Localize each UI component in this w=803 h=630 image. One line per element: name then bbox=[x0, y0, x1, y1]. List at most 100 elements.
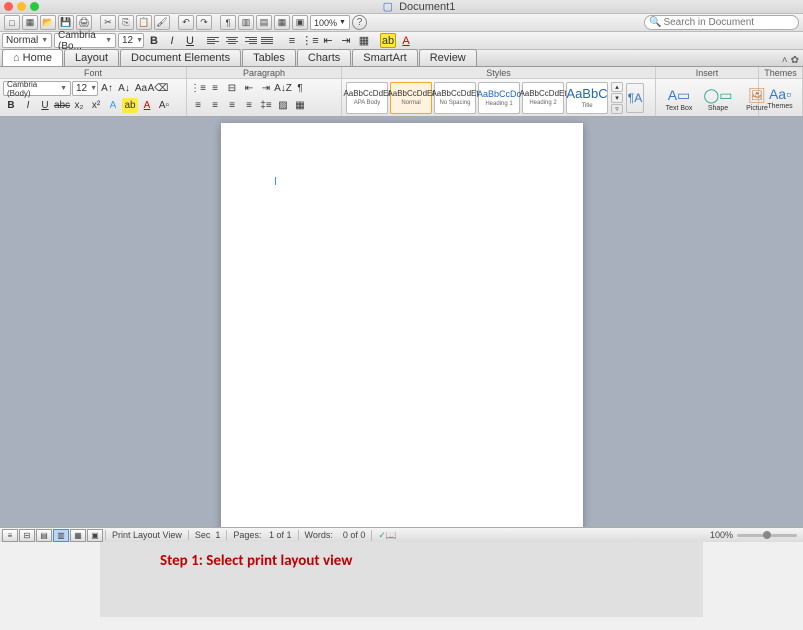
underline-button[interactable]: U bbox=[182, 33, 198, 48]
style-heading-2[interactable]: AaBbCcDdEtHeading 2 bbox=[522, 82, 564, 114]
styles-scroll-up[interactable]: ▴ bbox=[611, 82, 623, 92]
borders-button[interactable]: ▦ bbox=[356, 33, 372, 48]
highlight-color-button[interactable]: ab bbox=[380, 33, 396, 48]
minimize-window-button[interactable] bbox=[17, 2, 26, 11]
style-title[interactable]: AaBbCTitle bbox=[566, 82, 608, 114]
justify-button-2[interactable]: ≡ bbox=[241, 98, 257, 113]
format-painter-button[interactable]: 🖌 bbox=[154, 15, 170, 30]
grow-font-button[interactable]: A↑ bbox=[99, 81, 115, 96]
line-spacing-button[interactable]: ‡≡ bbox=[258, 98, 274, 113]
collapse-ribbon-button[interactable]: ˄ bbox=[782, 55, 788, 66]
shading-button[interactable]: ▨ bbox=[275, 98, 291, 113]
search-input[interactable] bbox=[663, 17, 794, 28]
bullet-list-button-2[interactable]: ⋮≡ bbox=[190, 81, 206, 96]
bold-button-2[interactable]: B bbox=[3, 98, 19, 113]
ribbon-options-button[interactable]: ✿ bbox=[791, 55, 799, 66]
styles-scroll-down[interactable]: ▾ bbox=[611, 93, 623, 103]
cut-button[interactable]: ✂ bbox=[100, 15, 116, 30]
copy-button[interactable]: ⎘ bbox=[118, 15, 134, 30]
tab-document-elements[interactable]: Document Elements bbox=[120, 49, 241, 66]
bulleted-list-button[interactable]: ⋮≡ bbox=[302, 33, 318, 48]
insert-textbox-button[interactable]: A▭Text Box bbox=[661, 83, 697, 115]
redo-button[interactable]: ↷ bbox=[196, 15, 212, 30]
publishing-view-button[interactable]: ▤ bbox=[36, 529, 52, 542]
insert-shape-button[interactable]: ◯▭Shape bbox=[700, 83, 736, 115]
media-browser-button[interactable]: ▣ bbox=[292, 15, 308, 30]
align-left-button[interactable] bbox=[206, 33, 222, 48]
style-dropdown[interactable]: Normal▼ bbox=[2, 33, 52, 48]
text-effects-button[interactable]: A bbox=[105, 98, 121, 113]
style-heading-1[interactable]: AaBbCcDcHeading 1 bbox=[478, 82, 520, 114]
italic-button-2[interactable]: I bbox=[20, 98, 36, 113]
toolbox-button[interactable]: ▤ bbox=[256, 15, 272, 30]
close-window-button[interactable] bbox=[4, 2, 13, 11]
clear-formatting-button[interactable]: A⌫ bbox=[150, 81, 166, 96]
increase-indent-button[interactable]: ⇥ bbox=[338, 33, 354, 48]
multilevel-list-button[interactable]: ⊟ bbox=[224, 81, 240, 96]
spellcheck-button[interactable]: ✓📖 bbox=[371, 530, 403, 541]
character-shading-button[interactable]: A▫ bbox=[156, 98, 172, 113]
zoom-dropdown[interactable]: 100%▼ bbox=[310, 15, 350, 30]
number-list-button-2[interactable]: ≡ bbox=[207, 81, 223, 96]
superscript-button[interactable]: x² bbox=[88, 98, 104, 113]
decrease-indent-button[interactable]: ⇤ bbox=[320, 33, 336, 48]
document-canvas[interactable] bbox=[0, 117, 803, 527]
justify-button[interactable] bbox=[260, 33, 276, 48]
themes-button[interactable]: Aa▫Themes bbox=[762, 81, 798, 113]
strikethrough-button[interactable]: abc bbox=[54, 98, 70, 113]
paste-button[interactable]: 📋 bbox=[136, 15, 152, 30]
style-apa-body[interactable]: AaBbCcDdEtAPA Body bbox=[346, 82, 388, 114]
align-right-button-2[interactable]: ≡ bbox=[224, 98, 240, 113]
fullscreen-view-button[interactable]: ▣ bbox=[87, 529, 103, 542]
gallery-button[interactable]: ▦ bbox=[274, 15, 290, 30]
show-formatting-button[interactable]: ¶ bbox=[220, 15, 236, 30]
draft-view-button[interactable]: ≡ bbox=[2, 529, 18, 542]
style-no-spacing[interactable]: AaBbCcDdEtNo Spacing bbox=[434, 82, 476, 114]
font-dropdown[interactable]: Cambria (Bo...▼ bbox=[54, 33, 116, 48]
font-size-dropdown-2[interactable]: 12▼ bbox=[72, 81, 98, 96]
print-layout-view-button[interactable]: ▥ bbox=[53, 529, 69, 542]
font-family-dropdown[interactable]: Cambria (Body)▼ bbox=[3, 81, 71, 96]
styles-pane-button[interactable]: ¶A bbox=[626, 83, 644, 113]
zoom-percent[interactable]: 100% bbox=[710, 530, 733, 540]
style-normal[interactable]: AaBbCcDdEtNormal bbox=[390, 82, 432, 114]
numbered-list-button[interactable]: ≡ bbox=[284, 33, 300, 48]
outline-view-button[interactable]: ⊟ bbox=[19, 529, 35, 542]
underline-button-2[interactable]: U bbox=[37, 98, 53, 113]
show-marks-button[interactable]: ¶ bbox=[292, 81, 308, 96]
toggle-sidebar-button[interactable]: ▥ bbox=[238, 15, 254, 30]
align-right-button[interactable] bbox=[242, 33, 258, 48]
sort-button[interactable]: A↓Z bbox=[275, 81, 291, 96]
subscript-button[interactable]: x₂ bbox=[71, 98, 87, 113]
tab-tables[interactable]: Tables bbox=[242, 49, 296, 66]
tab-charts[interactable]: Charts bbox=[297, 49, 351, 66]
align-center-button[interactable] bbox=[224, 33, 240, 48]
zoom-window-button[interactable] bbox=[30, 2, 39, 11]
undo-button[interactable]: ↶ bbox=[178, 15, 194, 30]
help-button[interactable]: ? bbox=[352, 15, 367, 30]
border-button[interactable]: ▦ bbox=[292, 98, 308, 113]
font-color-button-2[interactable]: A bbox=[139, 98, 155, 113]
new-doc-button[interactable]: □ bbox=[4, 15, 20, 30]
zoom-slider-knob[interactable] bbox=[763, 531, 771, 539]
highlight-button-2[interactable]: ab bbox=[122, 98, 138, 113]
print-button[interactable]: 🖨 bbox=[76, 15, 92, 30]
tab-layout[interactable]: Layout bbox=[64, 49, 119, 66]
align-center-button-2[interactable]: ≡ bbox=[207, 98, 223, 113]
save-button[interactable]: 💾 bbox=[58, 15, 74, 30]
italic-button[interactable]: I bbox=[164, 33, 180, 48]
bold-button[interactable]: B bbox=[146, 33, 162, 48]
change-case-button[interactable]: Aa bbox=[133, 81, 149, 96]
decrease-indent-button-2[interactable]: ⇤ bbox=[241, 81, 257, 96]
font-color-button[interactable]: A bbox=[398, 33, 414, 48]
notebook-view-button[interactable]: ▦ bbox=[70, 529, 86, 542]
align-left-button-2[interactable]: ≡ bbox=[190, 98, 206, 113]
shrink-font-button[interactable]: A↓ bbox=[116, 81, 132, 96]
tab-home[interactable]: ⌂Home bbox=[2, 49, 63, 66]
tab-smartart[interactable]: SmartArt bbox=[352, 49, 417, 66]
new-from-template-button[interactable]: ▦ bbox=[22, 15, 38, 30]
increase-indent-button-2[interactable]: ⇥ bbox=[258, 81, 274, 96]
tab-review[interactable]: Review bbox=[419, 49, 477, 66]
font-size-dropdown[interactable]: 12▼ bbox=[118, 33, 144, 48]
open-button[interactable]: 📂 bbox=[40, 15, 56, 30]
